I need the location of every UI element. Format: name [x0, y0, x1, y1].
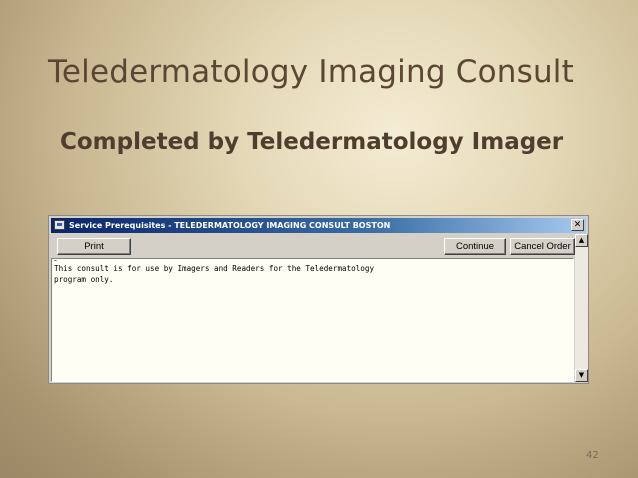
prerequisite-text-line: This consult is for use by Imagers and R… [54, 264, 375, 273]
window-titlebar[interactable]: Service Prerequisites - TELEDERMATOLOGY … [51, 218, 586, 233]
window-title: Service Prerequisites - TELEDERMATOLOGY … [69, 221, 391, 230]
cancel-order-button[interactable]: Cancel Order [510, 238, 575, 255]
prerequisite-text-line: program only. [54, 275, 114, 284]
app-window-icon [54, 220, 65, 230]
scroll-up-arrow-icon[interactable]: ▲ [575, 234, 588, 247]
prerequisites-text-area[interactable]: ¯ This consult is for use by Imagers and… [51, 258, 574, 382]
slide-page-number: 42 [586, 450, 599, 461]
button-toolbar: Print Continue Cancel Order [51, 234, 575, 257]
service-prerequisites-window: Service Prerequisites - TELEDERMATOLOGY … [48, 215, 589, 384]
close-button[interactable]: ✕ [571, 219, 584, 231]
slide-subtitle: Completed by Teledermatology Imager [60, 129, 564, 155]
continue-button[interactable]: Continue [444, 238, 506, 255]
vertical-scrollbar[interactable]: ▲ ▼ [575, 234, 588, 382]
print-button[interactable]: Print [57, 238, 131, 255]
scroll-down-arrow-icon[interactable]: ▼ [575, 369, 588, 382]
slide-title: Teledermatology Imaging Consult [48, 54, 574, 90]
